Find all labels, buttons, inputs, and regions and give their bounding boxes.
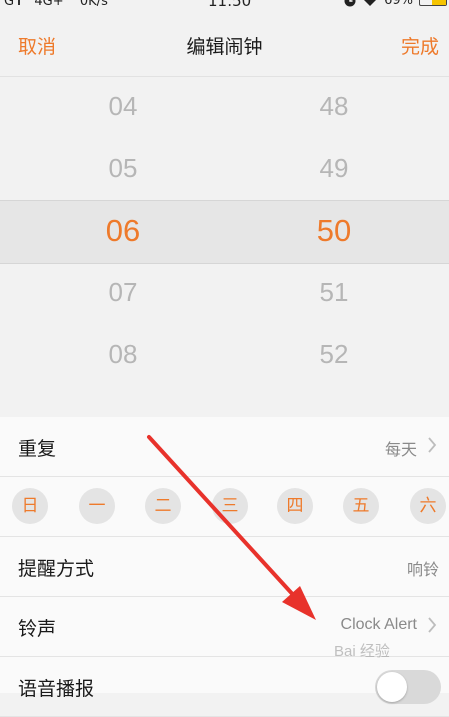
day-tuesday[interactable]: 二 bbox=[145, 488, 181, 524]
signal-icon bbox=[18, 0, 30, 5]
reminder-row[interactable]: 提醒方式 响铃 bbox=[0, 537, 449, 597]
status-time: 11:50 bbox=[208, 0, 252, 10]
cellular-type: 4G+ bbox=[34, 0, 64, 9]
hour-option[interactable]: 05 bbox=[63, 153, 183, 184]
hour-option[interactable]: 04 bbox=[63, 91, 183, 122]
page-title: 编辑闹钟 bbox=[186, 36, 263, 58]
minute-option[interactable]: 48 bbox=[274, 91, 394, 122]
chevron-right-icon bbox=[428, 437, 437, 453]
voice-broadcast-label: 语音播报 bbox=[18, 678, 95, 700]
chevron-right-icon bbox=[428, 617, 437, 633]
toggle-knob bbox=[377, 672, 407, 702]
reminder-label: 提醒方式 bbox=[18, 558, 95, 580]
minute-option[interactable]: 49 bbox=[274, 153, 394, 184]
minute-option[interactable]: 51 bbox=[274, 277, 394, 308]
wifi-icon bbox=[364, 0, 376, 6]
day-saturday[interactable]: 六 bbox=[410, 488, 446, 524]
hour-selected[interactable]: 06 bbox=[63, 213, 183, 249]
ringtone-label: 铃声 bbox=[18, 618, 57, 640]
network-speed: 0K/s bbox=[79, 0, 108, 9]
header: 取消 编辑闹钟 完成 bbox=[0, 12, 449, 77]
day-friday[interactable]: 五 bbox=[343, 488, 379, 524]
time-picker[interactable]: 04 05 06 07 08 48 49 50 51 52 bbox=[0, 77, 449, 417]
minute-selected[interactable]: 50 bbox=[274, 213, 394, 249]
repeat-label: 重复 bbox=[18, 438, 57, 460]
hour-option[interactable]: 07 bbox=[63, 277, 183, 308]
status-bar: G 4G+ 0K/s 11:50 69% bbox=[0, 0, 449, 12]
reminder-value: 响铃 bbox=[406, 562, 439, 579]
battery-icon bbox=[419, 0, 447, 6]
voice-broadcast-row[interactable]: 语音播报 bbox=[0, 657, 449, 717]
done-button[interactable]: 完成 bbox=[401, 32, 439, 59]
ringtone-value: Clock Alert bbox=[340, 616, 417, 633]
day-monday[interactable]: 一 bbox=[79, 488, 115, 524]
battery-percent: 69% bbox=[384, 0, 413, 8]
network-status: G 4G+ 0K/s bbox=[4, 0, 108, 9]
day-thursday[interactable]: 四 bbox=[277, 488, 313, 524]
repeat-row[interactable]: 重复 每天 bbox=[0, 417, 449, 477]
minute-option[interactable]: 52 bbox=[274, 339, 394, 370]
weekday-selector: 日 一 二 三 四 五 六 bbox=[0, 477, 449, 537]
day-wednesday[interactable]: 三 bbox=[212, 488, 248, 524]
day-sunday[interactable]: 日 bbox=[12, 488, 48, 524]
voice-broadcast-toggle[interactable] bbox=[375, 670, 441, 704]
hour-option[interactable]: 08 bbox=[63, 339, 183, 370]
ringtone-row[interactable]: 铃声 Clock Alert bbox=[0, 597, 449, 657]
repeat-value: 每天 bbox=[384, 442, 417, 459]
alarm-icon bbox=[344, 0, 356, 6]
network-type: G bbox=[4, 0, 15, 9]
status-right: 69% bbox=[344, 0, 413, 8]
settings-list: 重复 每天 日 一 二 三 四 五 六 提醒方式 响铃 铃声 Clock Ale… bbox=[0, 417, 449, 717]
